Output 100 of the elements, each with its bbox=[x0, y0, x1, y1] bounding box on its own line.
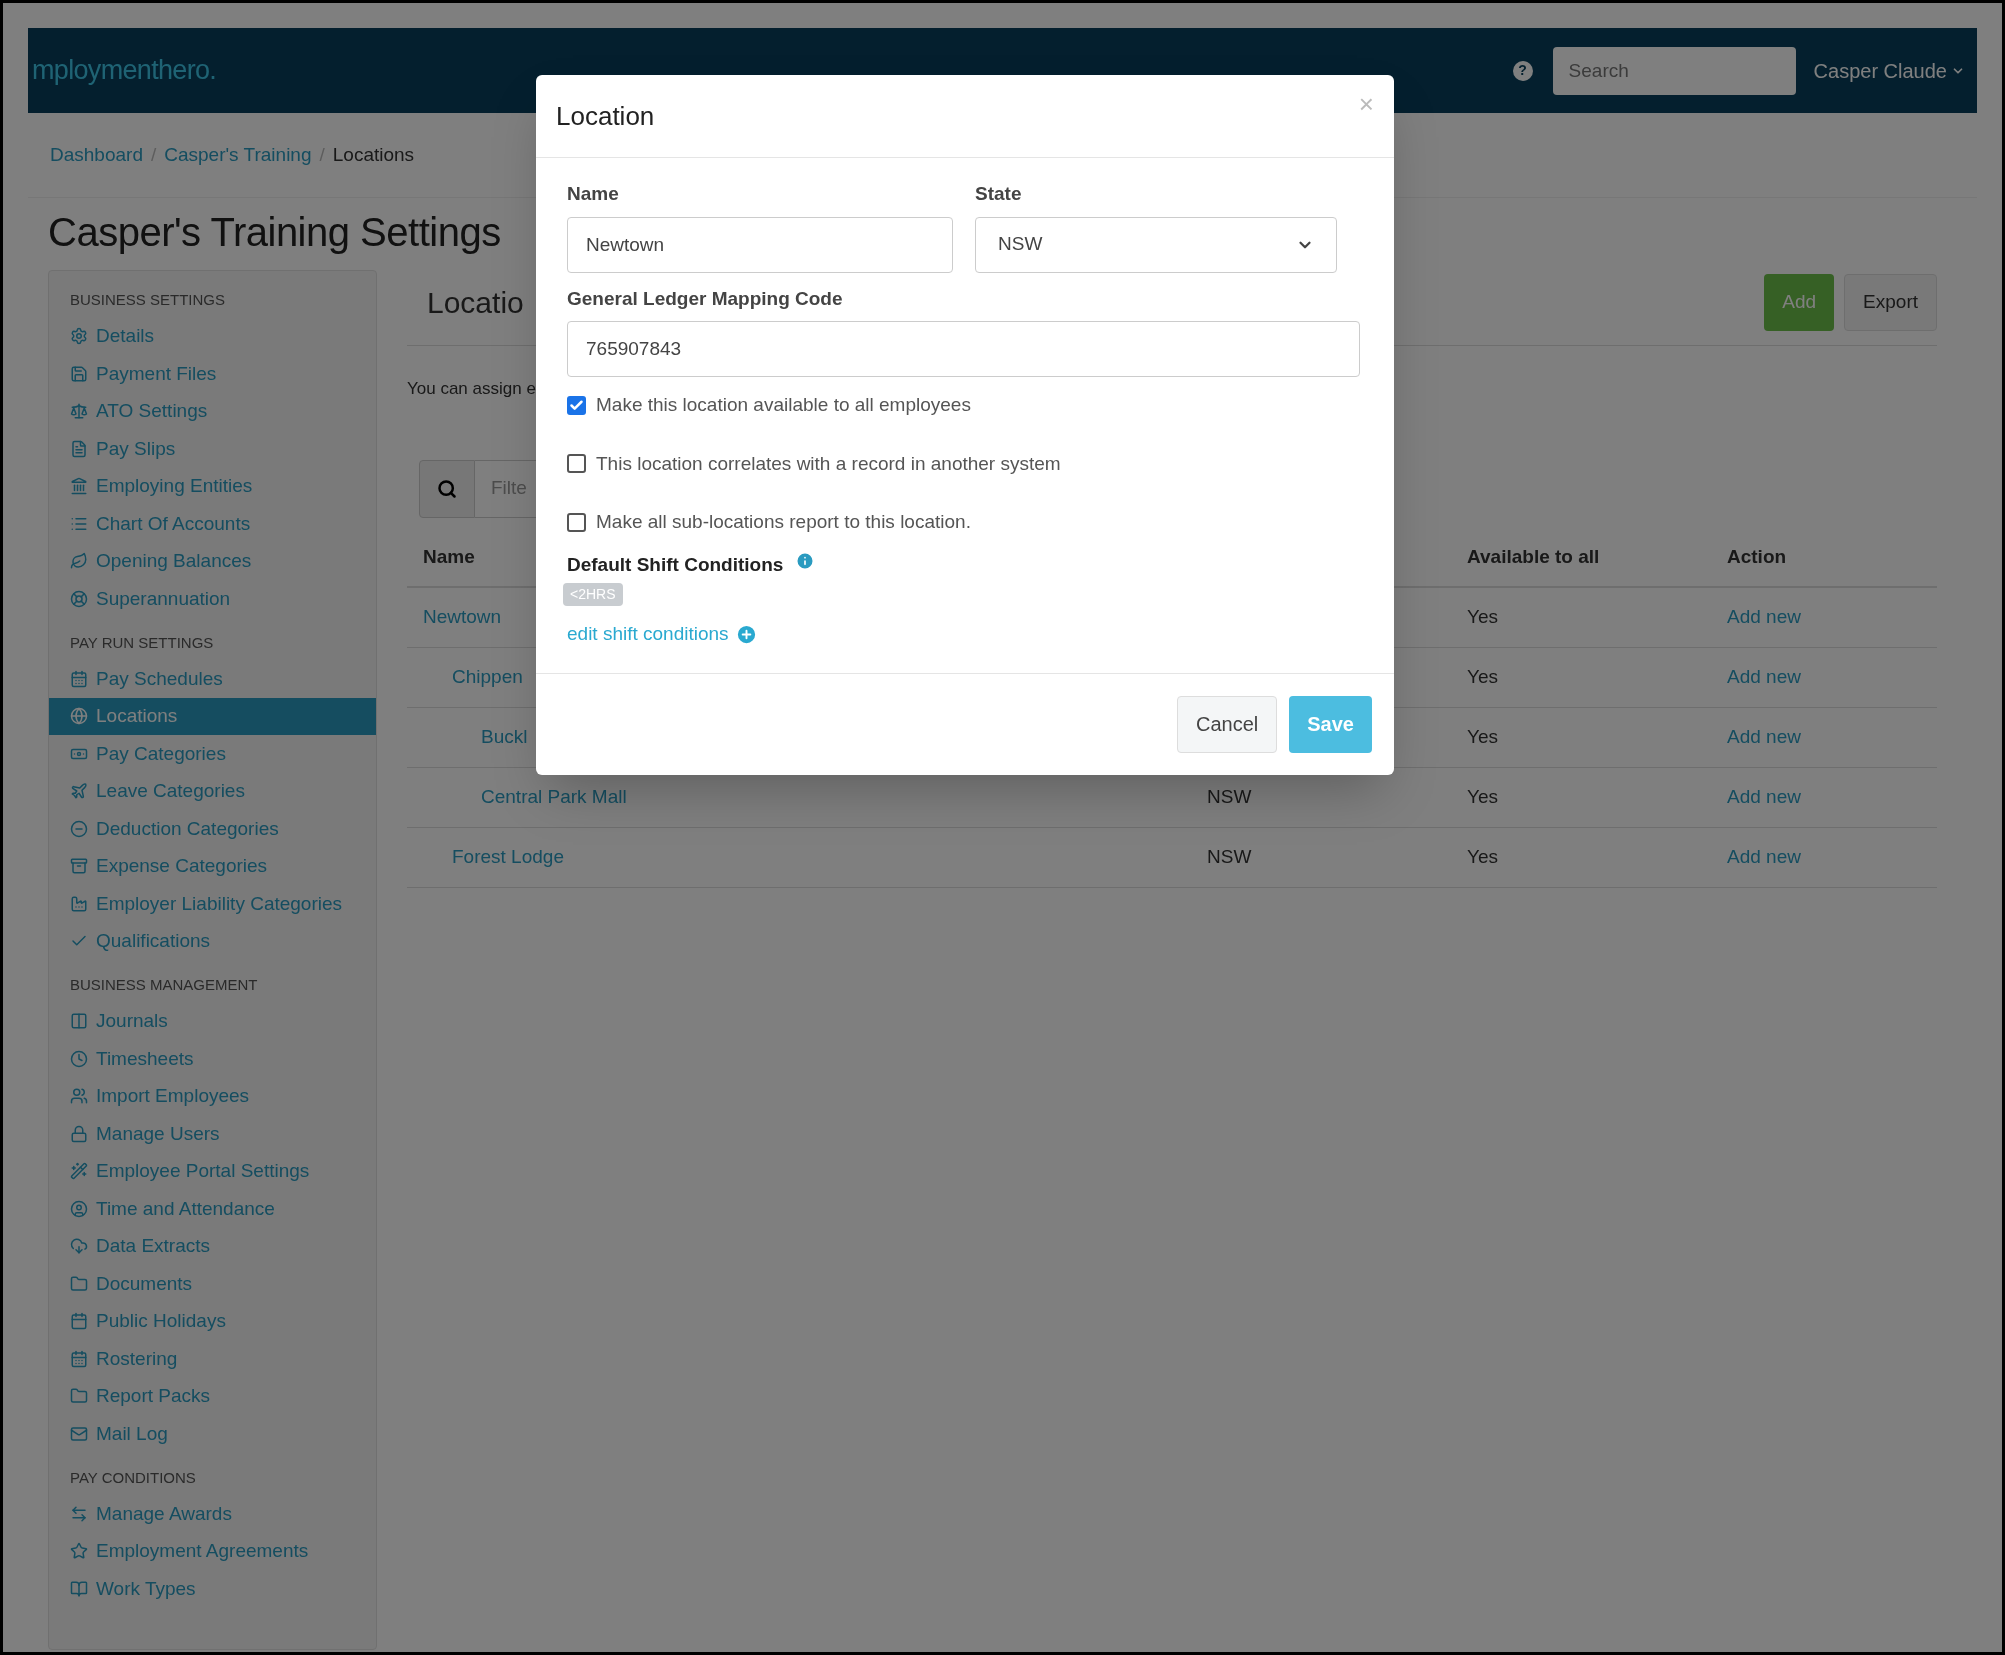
breadcrumb-link[interactable]: Casper's Training bbox=[164, 140, 312, 170]
search-button[interactable] bbox=[419, 459, 475, 518]
sidebar-item[interactable]: Manage Awards bbox=[49, 1495, 376, 1533]
search-field[interactable]: Search bbox=[1552, 46, 1796, 95]
archive-icon bbox=[70, 857, 88, 876]
star-icon bbox=[70, 1542, 88, 1561]
lock-icon bbox=[70, 1124, 88, 1143]
add-new-link[interactable]: Add new bbox=[1727, 842, 1801, 872]
book-icon bbox=[70, 1579, 88, 1598]
sidebar-item[interactable]: Manage Users bbox=[49, 1115, 376, 1153]
sidebar-item[interactable]: Pay Schedules bbox=[49, 660, 376, 698]
table-cell: NSW bbox=[1207, 785, 1252, 807]
table-cell: Yes bbox=[1467, 665, 1498, 687]
column-header: Action bbox=[1727, 545, 1787, 570]
checkbox[interactable] bbox=[567, 395, 586, 415]
gl-code-field[interactable]: 765907843 bbox=[567, 321, 1360, 377]
factory-icon bbox=[70, 894, 88, 913]
add-new-link[interactable]: Add new bbox=[1727, 602, 1801, 632]
breadcrumb-link[interactable]: Dashboard bbox=[50, 140, 143, 170]
state-select[interactable]: NSW bbox=[975, 216, 1337, 273]
sidebar-item[interactable]: Opening Balances bbox=[49, 542, 376, 580]
field-label: Name bbox=[567, 182, 620, 206]
sidebar-item[interactable]: Work Types bbox=[49, 1570, 376, 1608]
add-new-link[interactable]: Add new bbox=[1727, 662, 1801, 692]
clock-icon bbox=[70, 1049, 88, 1068]
search-icon bbox=[437, 478, 457, 499]
checkbox-label: Make this location available to all employees bbox=[596, 393, 971, 417]
name-field[interactable]: Newtown bbox=[567, 216, 953, 273]
sidebar-item[interactable]: Employment Agreements bbox=[49, 1532, 376, 1570]
sidebar-section-heading: PAY CONDITIONS bbox=[69, 1467, 197, 1488]
sidebar-item[interactable]: Employer Liability Categories bbox=[49, 885, 376, 923]
location-link[interactable]: Buckl bbox=[481, 725, 528, 747]
sidebar-item[interactable]: Pay Categories bbox=[49, 735, 376, 773]
scales-icon bbox=[70, 402, 88, 421]
leaf-icon bbox=[70, 552, 88, 571]
cloud-download-icon bbox=[70, 1237, 88, 1256]
export-button[interactable]: Export bbox=[1844, 274, 1937, 331]
close-button[interactable]: × bbox=[1358, 91, 1374, 117]
mail-icon bbox=[70, 1424, 88, 1443]
breadcrumb-separator: / bbox=[319, 142, 325, 167]
sidebar-item[interactable]: Expense Categories bbox=[49, 847, 376, 885]
sidebar-item[interactable]: Qualifications bbox=[49, 922, 376, 960]
sidebar-item[interactable]: Timesheets bbox=[49, 1040, 376, 1078]
add-button[interactable]: Add bbox=[1764, 274, 1835, 331]
minus-circle-icon bbox=[70, 819, 88, 838]
sidebar-item[interactable]: ATO Settings bbox=[49, 392, 376, 430]
sidebar-item[interactable]: Locations bbox=[49, 697, 376, 735]
save-button[interactable]: Save bbox=[1289, 695, 1372, 753]
user-menu[interactable]: Casper Claude bbox=[1813, 55, 1965, 86]
checkbox[interactable] bbox=[567, 512, 586, 532]
sidebar-item[interactable]: Public Holidays bbox=[49, 1302, 376, 1340]
sidebar-item[interactable]: Import Employees bbox=[49, 1077, 376, 1115]
sidebar-item[interactable]: Data Extracts bbox=[49, 1227, 376, 1265]
add-new-link[interactable]: Add new bbox=[1727, 722, 1801, 752]
calendar-icon bbox=[70, 1349, 88, 1368]
sidebar-item[interactable]: Pay Slips bbox=[49, 430, 376, 468]
sidebar-item[interactable]: Employee Portal Settings bbox=[49, 1152, 376, 1190]
field-label: State bbox=[975, 182, 1023, 206]
page-title: Casper's Training Settings bbox=[48, 209, 501, 256]
sidebar-section-heading: BUSINESS MANAGEMENT bbox=[69, 975, 259, 995]
sidebar-item[interactable]: Payment Files bbox=[49, 355, 376, 393]
sidebar-item[interactable]: Leave Categories bbox=[49, 772, 376, 810]
sidebar-item[interactable]: Mail Log bbox=[49, 1415, 376, 1453]
info-icon[interactable] bbox=[795, 550, 816, 571]
breadcrumb-current: Locations bbox=[332, 142, 415, 167]
shift-conditions-label: Default Shift Conditions bbox=[567, 552, 784, 577]
help-icon[interactable]: ? bbox=[1512, 60, 1533, 81]
sidebar-section-heading: PAY RUN SETTINGS bbox=[69, 632, 215, 653]
sidebar-item[interactable]: Deduction Categories bbox=[49, 810, 376, 848]
table-cell: Yes bbox=[1467, 845, 1498, 867]
edit-shift-conditions-link[interactable]: edit shift conditions bbox=[567, 620, 758, 649]
sidebar-item[interactable]: Employing Entities bbox=[49, 467, 376, 505]
sidebar-item[interactable]: Rostering bbox=[49, 1340, 376, 1378]
section-heading: Locatio bbox=[427, 285, 524, 321]
user-circle-icon bbox=[70, 1199, 88, 1218]
column-header: Available to all bbox=[1467, 546, 1600, 568]
location-link[interactable]: Chippen bbox=[452, 665, 523, 687]
sidebar-item[interactable]: Report Packs bbox=[49, 1377, 376, 1415]
sidebar-item[interactable]: Time and Attendance bbox=[49, 1190, 376, 1228]
checkbox-label: Make all sub-locations report to this location. bbox=[596, 510, 971, 534]
location-link[interactable]: Central Park Mall bbox=[481, 785, 627, 807]
sidebar-item[interactable]: Details bbox=[49, 317, 376, 355]
folder-icon bbox=[70, 1274, 88, 1293]
sidebar-item[interactable]: Superannuation bbox=[49, 580, 376, 618]
location-link[interactable]: Newtown bbox=[423, 605, 502, 627]
sidebar-section-heading: BUSINESS SETTINGS bbox=[69, 290, 227, 310]
checkbox[interactable] bbox=[567, 454, 586, 474]
columns-icon bbox=[70, 1012, 88, 1031]
globe-icon bbox=[70, 707, 88, 726]
table-cell: NSW bbox=[1207, 845, 1252, 867]
cancel-button[interactable]: Cancel bbox=[1177, 695, 1278, 753]
sidebar-item[interactable]: Documents bbox=[49, 1265, 376, 1303]
dialog-title: Location bbox=[556, 100, 655, 133]
location-link[interactable]: Forest Lodge bbox=[452, 845, 564, 867]
people-icon bbox=[70, 1087, 88, 1106]
add-new-link[interactable]: Add new bbox=[1727, 782, 1801, 812]
sidebar-item[interactable]: Chart Of Accounts bbox=[49, 505, 376, 543]
sidebar-item[interactable]: Journals bbox=[49, 1002, 376, 1040]
plane-icon bbox=[70, 782, 88, 801]
logo[interactable]: mploymenthero. bbox=[32, 50, 217, 91]
